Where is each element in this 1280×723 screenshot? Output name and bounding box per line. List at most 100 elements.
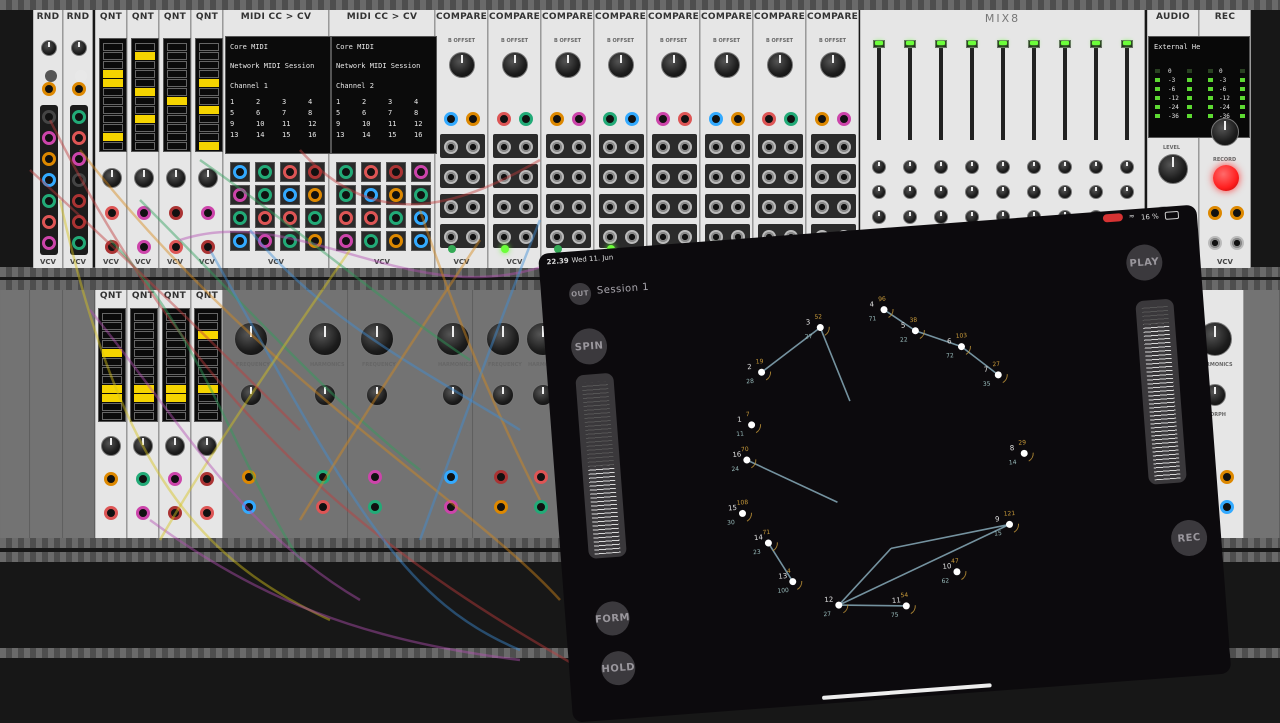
right-vertical-slider[interactable] (1135, 298, 1187, 485)
sequencer-node[interactable]: 1510830 (725, 499, 753, 527)
node-number: 7 (984, 366, 989, 374)
hold-button[interactable]: HOLD (600, 649, 637, 687)
rec-button[interactable]: REC (1169, 518, 1209, 558)
node-dot[interactable] (1006, 520, 1014, 529)
node-dot[interactable] (1020, 449, 1028, 458)
sequencer-node[interactable]: 496 71 (867, 295, 894, 323)
node-value: 103 (955, 332, 967, 340)
patch-cable[interactable] (249, 229, 521, 432)
node-number: 5 (901, 321, 906, 329)
node-sub-value: 24 (731, 466, 739, 474)
node-sub-value: 100 (777, 587, 789, 595)
sequencer-node[interactable]: 134100 (776, 567, 803, 595)
node-number: 9 (995, 515, 1000, 523)
sequencer-node[interactable]: 9121 15 (993, 510, 1020, 538)
node-value: 96 (878, 296, 886, 304)
node-value: 7 (746, 411, 751, 418)
patch-cable[interactable] (199, 158, 471, 362)
node-number: 8 (1010, 444, 1015, 452)
patch-cable[interactable] (158, 249, 352, 541)
patch-cable[interactable] (58, 199, 331, 622)
node-value: 27 (992, 361, 1000, 369)
patch-cable[interactable] (149, 518, 521, 662)
node-dot[interactable] (739, 509, 747, 518)
left-slider-unfilled (581, 381, 615, 467)
node-sub-value: 72 (946, 352, 954, 360)
node-sub-value: 23 (753, 549, 761, 557)
node-sub-value: 27 (823, 611, 831, 619)
right-slider-unfilled (1141, 304, 1169, 325)
sequencer-node[interactable]: 1711 (735, 410, 762, 438)
node-connection (890, 523, 1010, 550)
node-value: 108 (736, 499, 748, 507)
patch-cable[interactable] (208, 249, 521, 652)
sequencer-node[interactable]: 538 22 (898, 316, 925, 344)
node-circle-sequencer[interactable]: 171121928352274967153822 6103727273582914… (661, 253, 1110, 683)
node-dot[interactable] (764, 539, 773, 547)
node-number: 10 (942, 562, 951, 571)
node-connection (838, 523, 1010, 606)
left-slider-fill (588, 464, 621, 555)
node-sub-value: 30 (727, 519, 735, 527)
node-value: 71 (762, 529, 770, 537)
play-button[interactable]: PLAY (1125, 243, 1164, 282)
sequencer-node[interactable]: 1047 62 (940, 557, 967, 585)
sequencer-node[interactable]: 2 19 28 (745, 358, 772, 386)
node-number: 4 (869, 300, 875, 308)
node-sub-value: 71 (868, 315, 876, 323)
node-sub-value: 11 (736, 430, 744, 438)
screen-record-indicator (1102, 213, 1124, 223)
node-dot[interactable] (748, 421, 756, 429)
sequencer-node[interactable]: 352 27 (803, 313, 830, 341)
right-slider-fill (1143, 322, 1181, 481)
out-button[interactable]: OUT (568, 282, 592, 306)
node-dot[interactable] (789, 578, 797, 586)
patch-cable[interactable] (299, 149, 541, 206)
patch-cable[interactable] (29, 169, 301, 431)
patch-cable[interactable] (89, 309, 361, 602)
node-number: 1 (737, 416, 742, 424)
session-title[interactable]: Session 1 (597, 282, 650, 297)
patch-cable[interactable] (79, 149, 561, 601)
node-number: 12 (824, 596, 833, 605)
node-dot[interactable] (743, 456, 751, 464)
status-time: 22.39 (546, 256, 570, 267)
node-value: 70 (741, 446, 749, 454)
node-dot[interactable] (953, 568, 961, 576)
node-value: 47 (951, 558, 959, 566)
node-connection (746, 459, 838, 503)
node-value: 4 (787, 568, 792, 575)
node-number: 6 (947, 337, 953, 345)
form-button[interactable]: FORM (594, 600, 631, 637)
node-connection (819, 327, 851, 402)
node-value: 121 (1003, 510, 1015, 518)
left-vertical-slider[interactable] (575, 372, 627, 560)
patch-cable[interactable] (418, 209, 542, 501)
node-dot[interactable] (902, 602, 911, 610)
status-date: Wed 11. Jun (571, 253, 614, 265)
status-battery: 16 % (1140, 212, 1160, 222)
node-number: 2 (747, 363, 752, 371)
node-value: 19 (756, 358, 764, 366)
spin-button[interactable]: SPIN (569, 327, 609, 366)
node-value: 54 (900, 592, 908, 600)
sequencer-node[interactable]: 167024 (730, 445, 757, 473)
node-connection (915, 329, 962, 348)
node-value: 29 (1018, 439, 1026, 447)
ipad-screen: 22.39 Wed 11. Jun ≈ 16 % OUT Session 1 S… (538, 204, 1232, 723)
patch-cable[interactable] (179, 230, 561, 279)
node-sub-value: 22 (900, 336, 908, 344)
node-number: 11 (892, 596, 901, 605)
wifi-icon: ≈ (1128, 212, 1136, 221)
patch-cable[interactable] (48, 119, 621, 692)
node-sub-value: 75 (891, 612, 899, 620)
node-sub-value: 15 (994, 530, 1002, 538)
node-sub-value: 28 (746, 378, 754, 386)
sequencer-node[interactable]: 829 14 (1007, 439, 1034, 467)
node-connection (838, 547, 892, 606)
node-sub-value: 14 (1009, 459, 1017, 467)
battery-icon (1164, 210, 1180, 220)
node-value: 52 (814, 313, 822, 321)
node-sub-value: 27 (805, 333, 813, 341)
node-connection (761, 326, 821, 373)
